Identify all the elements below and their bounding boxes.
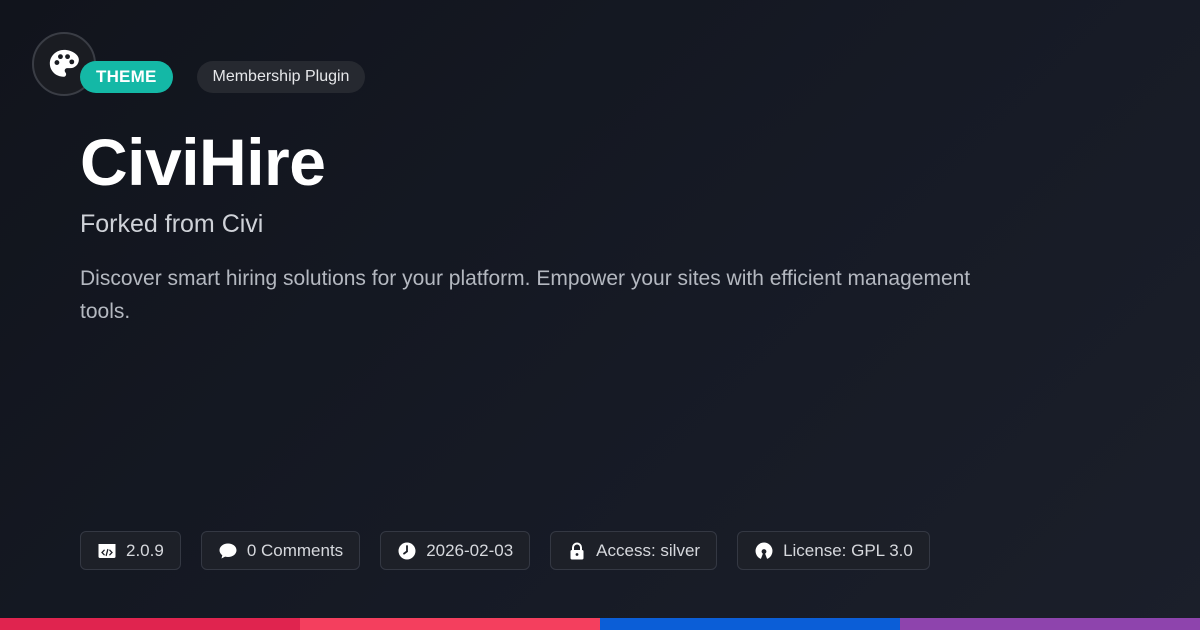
access-chip: Access: silver: [550, 531, 718, 570]
description: Discover smart hiring solutions for your…: [80, 267, 971, 323]
badge-row: THEME Membership Plugin: [80, 61, 366, 93]
type-badge[interactable]: THEME: [80, 61, 173, 93]
stripe-segment: [0, 618, 300, 630]
palette-icon: [49, 49, 79, 77]
color-stripe: [0, 618, 1200, 630]
page-title: CiviHire: [80, 125, 326, 199]
open-source-icon: [755, 542, 773, 559]
lock-icon: [570, 542, 584, 559]
license-text: License: GPL 3.0: [783, 540, 913, 560]
comments-chip[interactable]: 0 Comments: [200, 531, 361, 570]
stripe-segment: [900, 618, 1200, 630]
clock-icon: [398, 542, 416, 559]
code-icon: [98, 543, 116, 558]
comment-icon: [219, 543, 237, 558]
date-text: 2026-02-03: [426, 540, 514, 560]
access-text: Access: silver: [596, 540, 701, 560]
subtitle: Forked from Civi: [80, 210, 264, 238]
version-chip: 2.0.9: [80, 531, 181, 570]
meta-row: 2.0.9 0 Comments 2026-02-03 Access: silv…: [80, 531, 930, 570]
stripe-segment: [300, 618, 600, 630]
stripe-segment: [600, 618, 900, 630]
license-chip: License: GPL 3.0: [737, 531, 930, 570]
comments-text: 0 Comments: [246, 540, 344, 560]
date-chip: 2026-02-03: [380, 531, 531, 570]
version-text: 2.0.9: [126, 540, 164, 560]
category-badge[interactable]: Membership Plugin: [196, 61, 366, 93]
